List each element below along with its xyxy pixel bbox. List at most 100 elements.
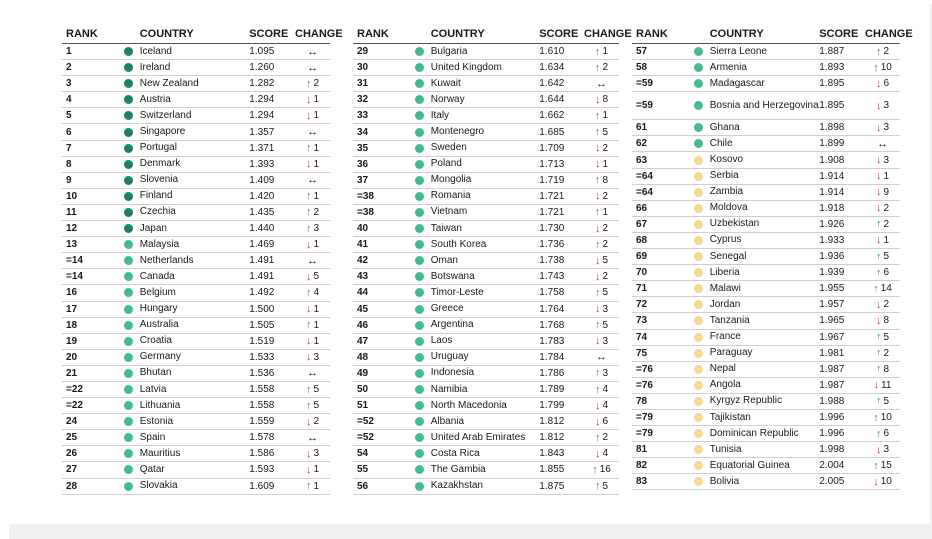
status-dot-icon xyxy=(693,380,703,390)
region-dot-cell xyxy=(408,481,431,491)
arrow-down-icon: ↓ xyxy=(595,190,601,203)
country-cell: Canada xyxy=(139,270,175,282)
table-row: 41 South Korea 1.736 ↑ 2 xyxy=(353,237,619,254)
arrow-down-icon: ↓ xyxy=(876,314,882,327)
table-row: 9 Slovenia 1.409 ↔ xyxy=(62,173,330,189)
change-value: 6 xyxy=(602,416,609,428)
change-cell: ↓ 1 xyxy=(584,158,619,170)
rank-cell: =38 xyxy=(357,206,374,218)
country-cell: Poland xyxy=(430,158,462,170)
status-dot-icon xyxy=(123,240,133,250)
country-cell: Netherlands xyxy=(139,254,194,266)
table-row: =38 Vietnam 1.721 ↑ 1 xyxy=(353,205,619,222)
table-row: 6 Singapore 1.357 ↔ xyxy=(62,124,330,141)
score-cell: 1.895 xyxy=(819,78,845,90)
change-value: 6 xyxy=(883,428,890,440)
status-dot-icon xyxy=(123,417,133,427)
country-cell: Angola xyxy=(709,379,741,391)
country-cell: Croatia xyxy=(139,335,172,347)
region-dot-cell xyxy=(687,101,710,111)
arrow-down-icon: ↓ xyxy=(595,447,601,460)
country-cell: Argentina xyxy=(430,319,474,331)
change-value: 3 xyxy=(602,367,609,379)
score-cell: 1.933 xyxy=(819,234,845,246)
region-dot-cell xyxy=(687,139,710,149)
status-dot-icon xyxy=(693,203,703,213)
change-value: 1 xyxy=(313,94,320,106)
region-dot-cell xyxy=(408,385,431,395)
score-cell: 1.875 xyxy=(539,480,565,492)
rank-cell: =22 xyxy=(66,384,83,396)
table-row: 37 Mongolia 1.719 ↑ 8 xyxy=(353,173,619,189)
change-header: CHANGE xyxy=(295,28,343,40)
rank-cell: 36 xyxy=(357,158,369,170)
rank-cell: 7 xyxy=(66,142,72,154)
change-value: 3 xyxy=(313,223,320,235)
score-cell: 1.357 xyxy=(249,126,275,138)
country-cell: Senegal xyxy=(709,250,747,262)
change-cell: ↔ xyxy=(584,78,619,90)
country-cell: Latvia xyxy=(139,383,167,395)
status-dot-icon xyxy=(414,47,424,57)
change-cell: ↑ 2 xyxy=(865,347,900,359)
region-dot-cell xyxy=(117,256,140,266)
change-value: 2 xyxy=(883,218,890,230)
change-value: 1 xyxy=(602,110,609,122)
country-cell: Tajikistan xyxy=(709,411,751,423)
change-value: 8 xyxy=(602,174,609,186)
score-cell: 1.492 xyxy=(249,287,275,299)
status-dot-icon xyxy=(123,159,133,169)
region-dot-cell xyxy=(117,143,140,153)
region-dot-cell xyxy=(408,320,431,330)
region-dot-cell xyxy=(117,63,140,73)
table-row: 40 Taiwan 1.730 ↓ 2 xyxy=(353,221,619,238)
change-cell: ↓ 11 xyxy=(865,379,900,391)
table-row: 26 Mauritius 1.586 ↓ 3 xyxy=(62,446,330,463)
score-cell: 2.004 xyxy=(819,460,845,472)
change-value: 5 xyxy=(313,271,320,283)
status-dot-icon xyxy=(414,143,424,153)
arrow-down-icon: ↓ xyxy=(595,142,601,155)
rank-cell: 12 xyxy=(66,223,78,235)
arrow-up-icon: ↑ xyxy=(595,61,601,74)
region-dot-cell xyxy=(687,477,710,487)
region-dot-cell xyxy=(117,417,140,427)
region-dot-cell xyxy=(408,449,431,459)
score-cell: 1.558 xyxy=(249,384,275,396)
arrow-down-icon: ↓ xyxy=(876,298,882,311)
rank-cell: 6 xyxy=(66,126,72,138)
score-cell: 1.855 xyxy=(539,464,565,476)
score-cell: 1.719 xyxy=(539,174,565,186)
change-value: 2 xyxy=(602,62,609,74)
score-cell: 1.713 xyxy=(539,158,565,170)
rank-cell: 68 xyxy=(636,234,648,246)
country-cell: The Gambia xyxy=(430,463,486,475)
rank-cell: 41 xyxy=(357,239,369,251)
rank-cell: 42 xyxy=(357,255,369,267)
table-row: 17 Hungary 1.500 ↓ 1 xyxy=(62,302,330,318)
arrow-down-icon: ↓ xyxy=(306,270,312,283)
country-cell: Kosovo xyxy=(709,154,744,166)
table-row: 47 Laos 1.783 ↓ 3 xyxy=(353,334,619,350)
table-row: 62 Chile 1.899 ↔ xyxy=(632,136,900,153)
change-cell: ↑ 4 xyxy=(584,384,619,396)
score-cell: 1.988 xyxy=(819,395,845,407)
region-dot-cell xyxy=(408,79,431,89)
country-cell: Greece xyxy=(430,303,464,315)
status-dot-icon xyxy=(414,481,424,491)
rank-cell: 57 xyxy=(636,46,648,58)
status-dot-icon xyxy=(693,461,703,471)
rank-cell: 49 xyxy=(357,367,369,379)
change-cell: ↔ xyxy=(295,126,330,138)
rank-cell: 44 xyxy=(357,287,369,299)
change-value: 3 xyxy=(313,351,320,363)
change-value: 1 xyxy=(313,335,320,347)
region-dot-cell xyxy=(687,445,710,455)
change-cell: ↑ 1 xyxy=(584,46,619,58)
change-cell: ↑ 1 xyxy=(295,480,330,492)
change-value: 1 xyxy=(313,190,320,202)
status-dot-icon xyxy=(123,111,133,121)
arrow-down-icon: ↓ xyxy=(876,443,882,456)
change-value: 1 xyxy=(313,480,320,492)
region-dot-cell xyxy=(408,368,431,378)
